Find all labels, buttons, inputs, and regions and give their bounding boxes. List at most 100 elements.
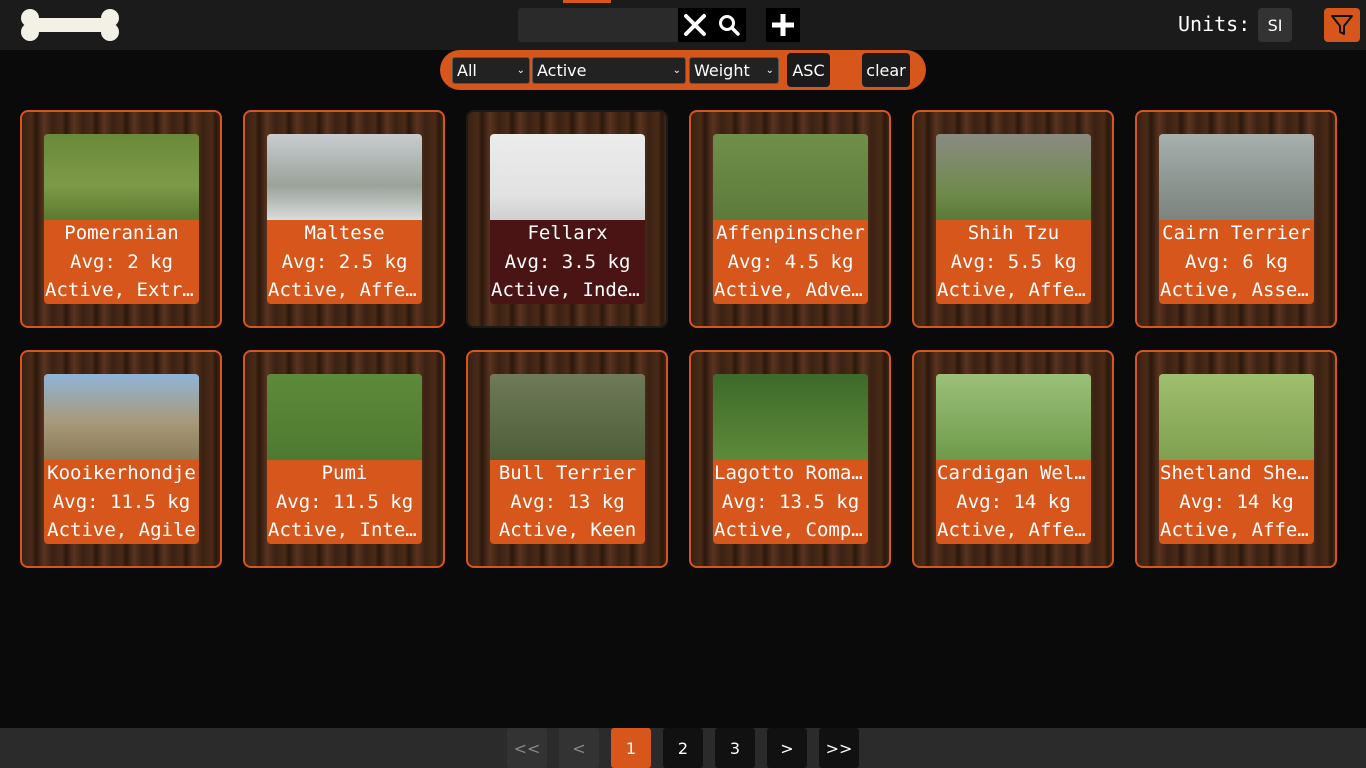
breed-card-content: Shetland Sheepdog Avg: 14 kg Active, Affec…: [1159, 374, 1314, 544]
sort-by-select[interactable]: Weight ⌄: [689, 57, 779, 84]
breed-average-weight: Avg: 4.5 kg: [727, 251, 854, 273]
chevron-down-icon: ⌄: [765, 65, 774, 76]
bone-logo-icon[interactable]: [20, 8, 120, 42]
breed-average-weight: Avg: 13 kg: [510, 491, 625, 513]
breed-temperament: Active, Adventurous: [714, 279, 868, 301]
search-tab-indicator: [563, 0, 611, 3]
close-icon: [684, 14, 706, 36]
plus-icon: [772, 14, 794, 36]
breed-name: Shetland Sheepdog: [1160, 462, 1314, 484]
prev-page-button[interactable]: <: [559, 728, 599, 768]
top-bar: Units: SI: [0, 0, 1366, 50]
breed-average-weight: Avg: 11.5 kg: [52, 491, 191, 513]
breed-temperament: Active, Agile: [47, 519, 196, 541]
breed-card-content: Pomeranian Avg: 2 kg Active, Extroverted: [44, 134, 199, 304]
breed-card-content: Lagotto Romagnolo Avg: 13.5 kg Active, Com…: [713, 374, 868, 544]
search-icon: [719, 15, 740, 36]
sort-order-button[interactable]: ASC: [787, 53, 830, 87]
breed-card[interactable]: Affenpinscher Avg: 4.5 kg Active, Adventur…: [689, 110, 891, 328]
breed-card-content: Fellarx Avg: 3.5 kg Active, Independent: [490, 134, 645, 304]
breed-temperament: Active, Affectionate: [1160, 519, 1314, 541]
breed-temperament: Active, Companionable: [714, 519, 868, 541]
search-button[interactable]: [712, 8, 746, 42]
breed-photo: [936, 134, 1091, 220]
breed-card[interactable]: Maltese Avg: 2.5 kg Active, Affectionate: [243, 110, 445, 328]
breed-average-weight: Avg: 11.5 kg: [275, 491, 414, 513]
breed-temperament: Active, Affectionate: [937, 279, 1091, 301]
breed-temperament: Active, Intelligent: [268, 519, 422, 541]
breed-photo: [490, 134, 645, 220]
breed-card-content: Affenpinscher Avg: 4.5 kg Active, Adventur…: [713, 134, 868, 304]
breed-temperament: Active, Extroverted: [45, 279, 199, 301]
group-filter-value: All: [457, 61, 477, 80]
clear-search-button[interactable]: [678, 8, 712, 42]
breed-temperament: Active, Assertive: [1160, 279, 1314, 301]
breed-photo: [44, 134, 199, 220]
breed-photo: [490, 374, 645, 460]
breed-card-content: Kooikerhondje Avg: 11.5 kg Active, Agile: [44, 374, 199, 544]
breed-card-content: Shih Tzu Avg: 5.5 kg Active, Affectionate: [936, 134, 1091, 304]
breed-card[interactable]: Pomeranian Avg: 2 kg Active, Extroverted: [20, 110, 222, 328]
breed-card[interactable]: Pumi Avg: 11.5 kg Active, Intelligent: [243, 350, 445, 568]
breed-name: Fellarx: [527, 222, 608, 244]
add-breed-button[interactable]: [766, 8, 800, 42]
breed-name: Pomeranian: [64, 222, 179, 244]
breed-photo: [713, 374, 868, 460]
breed-name: Kooikerhondje: [47, 462, 196, 484]
temperament-filter-select[interactable]: Active ⌄: [532, 57, 686, 84]
breed-average-weight: Avg: 3.5 kg: [504, 251, 631, 273]
breed-average-weight: Avg: 5.5 kg: [950, 251, 1077, 273]
chevron-down-icon: ⌄: [516, 65, 525, 76]
breed-card[interactable]: Cardigan Welsh Corgi Avg: 14 kg Active, Af…: [912, 350, 1114, 568]
breed-average-weight: Avg: 2 kg: [70, 251, 173, 273]
breed-photo: [267, 374, 422, 460]
breed-name: Cardigan Welsh Corgi: [937, 462, 1091, 484]
breed-photo: [267, 134, 422, 220]
pagination-bar: << < 1 2 3 > >>: [0, 728, 1366, 768]
breed-name: Maltese: [304, 222, 385, 244]
search-input[interactable]: [518, 8, 678, 42]
breed-card[interactable]: Fellarx Avg: 3.5 kg Active, Independent: [466, 110, 668, 328]
breed-average-weight: Avg: 13.5 kg: [721, 491, 860, 513]
breed-card[interactable]: Lagotto Romagnolo Avg: 13.5 kg Active, Com…: [689, 350, 891, 568]
breed-card-content: Maltese Avg: 2.5 kg Active, Affectionate: [267, 134, 422, 304]
breed-average-weight: Avg: 14 kg: [1179, 491, 1294, 513]
page-1-button[interactable]: 1: [611, 728, 651, 768]
temperament-filter-value: Active: [537, 61, 587, 80]
last-page-button[interactable]: >>: [819, 728, 859, 768]
breed-photo: [1159, 134, 1314, 220]
next-page-button[interactable]: >: [767, 728, 807, 768]
breed-card[interactable]: Kooikerhondje Avg: 11.5 kg Active, Agile: [20, 350, 222, 568]
breed-card[interactable]: Bull Terrier Avg: 13 kg Active, Keen: [466, 350, 668, 568]
breed-card-content: Bull Terrier Avg: 13 kg Active, Keen: [490, 374, 645, 544]
page-3-button[interactable]: 3: [715, 728, 755, 768]
breed-card[interactable]: Cairn Terrier Avg: 6 kg Active, Assertive: [1135, 110, 1337, 328]
breed-temperament: Active, Keen: [498, 519, 637, 541]
breed-temperament: Active, Affectionate: [268, 279, 422, 301]
first-page-button[interactable]: <<: [507, 728, 547, 768]
breed-name: Pumi: [321, 462, 368, 484]
filter-bar: All ⌄ Active ⌄ Weight ⌄ ASC clear: [440, 50, 926, 90]
breed-card[interactable]: Shih Tzu Avg: 5.5 kg Active, Affectionate: [912, 110, 1114, 328]
breed-card-content: Cairn Terrier Avg: 6 kg Active, Assertive: [1159, 134, 1314, 304]
breed-card[interactable]: Shetland Sheepdog Avg: 14 kg Active, Affec…: [1135, 350, 1337, 568]
page-2-button[interactable]: 2: [663, 728, 703, 768]
chevron-down-icon: ⌄: [672, 65, 681, 76]
breed-photo: [713, 134, 868, 220]
breed-name: Lagotto Romagnolo: [714, 462, 868, 484]
breed-name: Cairn Terrier: [1162, 222, 1311, 244]
breed-name: Bull Terrier: [498, 462, 637, 484]
breed-temperament: Active, Affectionate: [937, 519, 1091, 541]
breed-average-weight: Avg: 14 kg: [956, 491, 1071, 513]
filter-funnel-icon: [1331, 15, 1353, 35]
breed-temperament: Active, Independent: [491, 279, 645, 301]
breed-card-content: Cardigan Welsh Corgi Avg: 14 kg Active, Af…: [936, 374, 1091, 544]
clear-filters-button[interactable]: clear: [862, 53, 910, 87]
units-toggle-button[interactable]: SI: [1258, 8, 1292, 42]
sort-by-value: Weight: [694, 61, 750, 80]
breed-name: Affenpinscher: [716, 222, 865, 244]
filter-toggle-button[interactable]: [1324, 8, 1360, 42]
breed-name: Shih Tzu: [967, 222, 1060, 244]
units-label: Units:: [1178, 12, 1251, 36]
group-filter-select[interactable]: All ⌄: [452, 57, 530, 84]
